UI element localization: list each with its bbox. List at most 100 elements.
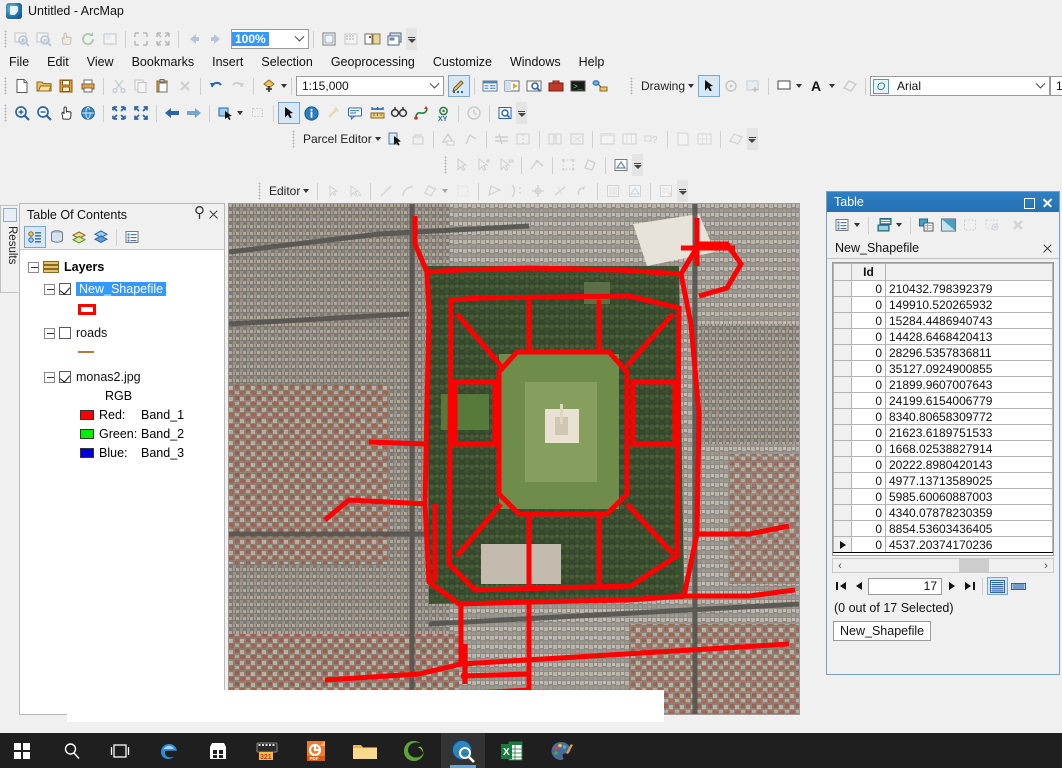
file-explorer-button[interactable] xyxy=(343,733,387,768)
paste-icon[interactable] xyxy=(152,75,174,97)
parcel-fabric-icon[interactable] xyxy=(725,128,747,150)
topology-edit-icon[interactable] xyxy=(557,154,579,176)
table-toolbar[interactable] xyxy=(827,212,1059,238)
data-driven-pages-icon[interactable] xyxy=(384,28,406,50)
legend-symbol-roads[interactable] xyxy=(20,342,224,362)
cell-id[interactable]: 0 xyxy=(851,424,886,441)
zoom-whole-page-icon[interactable] xyxy=(130,28,152,50)
cell-id[interactable]: 0 xyxy=(851,536,886,553)
expand-collapse-icon[interactable] xyxy=(44,327,55,339)
model-builder-icon[interactable] xyxy=(589,75,611,97)
toolbar-grip[interactable] xyxy=(257,182,262,200)
arcmap-button[interactable] xyxy=(441,733,485,768)
parcel-explorer-icon[interactable] xyxy=(407,128,429,150)
toolbar-grip[interactable] xyxy=(3,77,8,95)
cell-id[interactable]: 0 xyxy=(851,312,886,329)
sidebar-item-monas2[interactable]: monas2.jpg xyxy=(20,368,224,386)
toolbar-grip[interactable] xyxy=(443,156,448,174)
row-selector[interactable] xyxy=(833,472,852,489)
font-size-combo[interactable]: 10 xyxy=(1050,76,1062,96)
table-row[interactable]: 0 21899.9607007643 xyxy=(833,376,1053,393)
find-route-icon[interactable] xyxy=(410,102,432,124)
menu-selection[interactable]: Selection xyxy=(252,53,321,71)
expand-collapse-icon[interactable] xyxy=(44,371,55,383)
construct-points-icon[interactable] xyxy=(452,180,474,202)
change-layout-icon[interactable] xyxy=(362,28,384,50)
layer-name-new-shapefile[interactable]: New_Shapefile xyxy=(76,282,167,296)
toolbar-grip[interactable] xyxy=(291,130,296,148)
row-selector[interactable] xyxy=(833,312,852,329)
line-symbol-swatch[interactable] xyxy=(78,351,94,353)
editor-menu-caret[interactable] xyxy=(303,189,310,193)
layer-name-monas2[interactable]: monas2.jpg xyxy=(76,370,141,384)
parcel-editor-toolbar[interactable]: Parcel Editor ? xyxy=(288,126,758,152)
table-row[interactable]: 0 8340.80658309772 xyxy=(833,408,1053,425)
sidebar-item-new-shapefile[interactable]: New_Shapefile xyxy=(20,280,224,298)
attribute-table-window[interactable]: Table New_Shapefile Id 0 210432.79839237… xyxy=(826,191,1060,675)
search-button[interactable] xyxy=(50,733,94,768)
cell-id[interactable]: 0 xyxy=(851,328,886,345)
green-app-button[interactable] xyxy=(392,733,436,768)
map-scale-combo[interactable]: 1:15,000 xyxy=(296,76,444,96)
layer-visibility-checkbox[interactable] xyxy=(59,371,71,383)
record-navigation-bar[interactable]: 17 xyxy=(832,575,1054,597)
row-selector[interactable] xyxy=(833,392,852,409)
record-number-input[interactable]: 17 xyxy=(868,577,942,595)
standard-toolbar[interactable]: 1:15,000 >_ xyxy=(0,73,620,99)
toolbar-grip[interactable] xyxy=(629,77,634,95)
construct-features-icon[interactable] xyxy=(473,154,495,176)
zoom-to-selected-icon[interactable] xyxy=(981,214,1003,236)
open-icon[interactable] xyxy=(33,75,55,97)
select-features-icon[interactable] xyxy=(214,102,236,124)
parcel-construction-icon[interactable] xyxy=(438,128,460,150)
split-tool-icon[interactable] xyxy=(505,180,527,202)
parcel-merge-icon[interactable] xyxy=(566,128,588,150)
windows-taskbar[interactable]: 321 PDF X xyxy=(0,733,1062,768)
table-row[interactable]: 0 149910.520265932 xyxy=(833,296,1053,313)
drawing-menu-label[interactable]: Drawing xyxy=(637,79,687,93)
select-elements-icon[interactable] xyxy=(278,102,300,124)
parcel-plan-icon[interactable] xyxy=(672,128,694,150)
cell-value[interactable]: 4340.07878230359 xyxy=(885,504,1053,521)
sketch-icon[interactable] xyxy=(624,180,646,202)
pin-icon[interactable] xyxy=(192,203,206,222)
construct-polygon-icon[interactable] xyxy=(483,180,505,202)
cell-id[interactable]: 0 xyxy=(851,344,886,361)
drawing-toolbar[interactable]: Drawing A O Arial 10 xyxy=(626,73,1062,99)
table-bottom-tab[interactable]: New_Shapefile xyxy=(833,621,932,641)
cell-id[interactable]: 0 xyxy=(851,408,886,425)
row-selector[interactable] xyxy=(833,408,852,425)
menu-edit[interactable]: Edit xyxy=(38,53,78,71)
next-extent-icon[interactable] xyxy=(183,102,205,124)
go-forward-extent-icon[interactable] xyxy=(205,28,227,50)
edge-button[interactable] xyxy=(147,733,191,768)
editor-toolbar-icon[interactable] xyxy=(448,75,470,97)
toc-tree[interactable]: Layers New_Shapefile roads monas2.jpg RG… xyxy=(20,250,224,714)
cut-icon[interactable] xyxy=(108,75,130,97)
copy-icon[interactable] xyxy=(130,75,152,97)
map-canvas[interactable] xyxy=(229,204,799,714)
zoom-out-icon[interactable] xyxy=(33,102,55,124)
identify-icon[interactable] xyxy=(300,102,322,124)
parcel-editor-menu-label[interactable]: Parcel Editor xyxy=(299,132,374,146)
column-header-id[interactable]: Id xyxy=(851,263,886,281)
edit-tool-icon[interactable] xyxy=(322,180,344,202)
scrollbar-track[interactable] xyxy=(847,559,1039,572)
layer-visibility-checkbox[interactable] xyxy=(59,327,71,339)
scrollbar-thumb[interactable] xyxy=(959,559,989,572)
menu-windows[interactable]: Windows xyxy=(501,53,570,71)
start-button[interactable] xyxy=(0,733,44,768)
movie-maker-button[interactable]: 321 xyxy=(245,733,289,768)
validate-topology-icon[interactable] xyxy=(579,154,601,176)
font-family-combo[interactable]: O Arial xyxy=(870,76,1051,96)
polygon-symbol-swatch[interactable] xyxy=(78,303,96,315)
map-scale-value[interactable]: 1:15,000 xyxy=(297,79,426,93)
row-selector[interactable] xyxy=(833,504,852,521)
table-tab-name[interactable]: New_Shapefile xyxy=(835,241,1040,255)
toolbar-overflow-button[interactable] xyxy=(516,102,527,124)
page-zoom-combo[interactable]: 100% xyxy=(231,29,309,49)
font-size-value[interactable]: 10 xyxy=(1051,79,1062,93)
select-topology-icon[interactable] xyxy=(451,154,473,176)
show-selected-records-icon[interactable] xyxy=(1008,577,1029,595)
previous-record-icon[interactable] xyxy=(850,577,868,595)
